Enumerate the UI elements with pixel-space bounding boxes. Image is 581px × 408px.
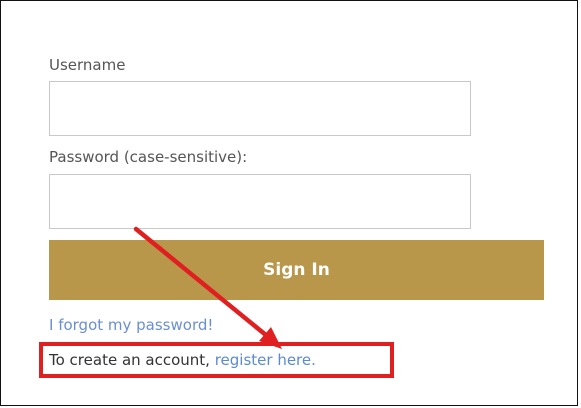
username-label: Username: [49, 56, 126, 74]
password-label: Password (case-sensitive):: [49, 148, 248, 166]
forgot-password-link[interactable]: I forgot my password!: [49, 316, 213, 334]
username-input[interactable]: [49, 81, 471, 136]
sign-in-button[interactable]: Sign In: [49, 240, 544, 300]
red-highlight-box: [39, 342, 394, 378]
password-input[interactable]: [49, 174, 471, 229]
